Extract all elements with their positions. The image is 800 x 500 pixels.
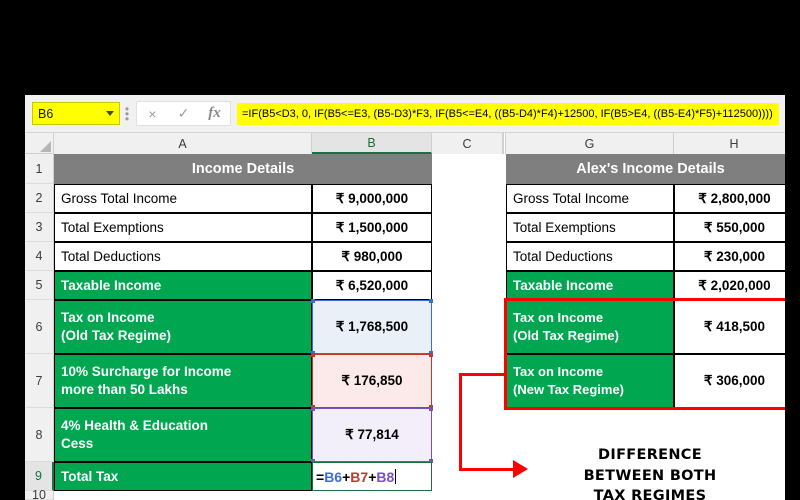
cess-line1: 4% Health & Education: [61, 417, 209, 433]
excel-worksheet-viewport: B6 • • • × ✓ fx =IF(B5<D3, 0, IF(B5<=E3, (…: [25, 95, 785, 500]
right-row-value-total-exemptions[interactable]: ₹ 550,000: [674, 213, 785, 242]
insert-function-icon[interactable]: fx: [199, 102, 230, 125]
row-header-10[interactable]: 10: [25, 488, 54, 500]
left-row-label-tax-on-income-old[interactable]: Tax on Income (Old Tax Regime): [54, 300, 312, 354]
worksheet-grid: A B C G H 1 2 3 4 5 6 7 8 9 10 Income De…: [25, 133, 785, 500]
name-box[interactable]: B6: [32, 102, 120, 125]
left-row-label-total-tax[interactable]: Total Tax: [54, 462, 312, 491]
formula-input[interactable]: =IF(B5<D3, 0, IF(B5<=E3, (B5-D3)*F3, IF(…: [237, 102, 779, 125]
annotation-arrow-stem: [459, 373, 505, 376]
new-regime-line2: (New Tax Regime): [513, 382, 625, 397]
left-row-label-cess[interactable]: 4% Health & Education Cess: [54, 408, 312, 462]
row-header-2[interactable]: 2: [25, 184, 54, 213]
surcharge-line2: more than 50 Lakhs: [61, 382, 188, 397]
select-all-triangle-icon: [40, 141, 51, 152]
row-header-1[interactable]: 1: [25, 154, 54, 184]
left-row-value-taxable-income[interactable]: ₹ 6,520,000: [312, 271, 432, 300]
row-header-3[interactable]: 3: [25, 213, 54, 242]
chevron-down-icon[interactable]: [106, 111, 114, 116]
tax-on-income-old-line1: Tax on Income: [61, 309, 155, 325]
annotation-arrow-shaft: [459, 468, 514, 471]
right-row-label-new-regime[interactable]: Tax on Income (New Tax Regime): [506, 354, 674, 408]
cancel-icon[interactable]: ×: [137, 102, 168, 125]
right-row-value-taxable-income[interactable]: ₹ 2,020,000: [674, 271, 785, 300]
right-row-label-total-deductions[interactable]: Total Deductions: [506, 242, 674, 271]
right-row-value-total-deductions[interactable]: ₹ 230,000: [674, 242, 785, 271]
formula-token-b6: B6: [324, 468, 343, 485]
tax-on-income-old-line2: (Old Tax Regime): [61, 328, 172, 343]
enter-icon[interactable]: ✓: [168, 102, 199, 125]
active-cell-formula-editor[interactable]: = B6 + B7 + B8: [312, 462, 432, 491]
row-header-5[interactable]: 5: [25, 271, 54, 300]
formula-token-plus-1: +: [342, 468, 351, 485]
left-row-label-surcharge[interactable]: 10% Surcharge for Income more than 50 La…: [54, 354, 312, 408]
surcharge-line1: 10% Surcharge for Income: [61, 363, 232, 379]
name-box-value: B6: [38, 106, 54, 121]
right-table-title[interactable]: Alex's Income Details: [506, 154, 785, 184]
formula-token-plus-2: +: [368, 468, 377, 485]
column-header-band: A B C G H: [25, 133, 785, 154]
formula-bar-drag-dots: • • •: [124, 101, 130, 126]
right-row-label-old-regime[interactable]: Tax on Income (Old Tax Regime): [506, 300, 674, 354]
column-header-g[interactable]: G: [506, 133, 674, 154]
left-row-value-gross-total-income[interactable]: ₹ 9,000,000: [312, 184, 432, 213]
left-row-value-total-exemptions[interactable]: ₹ 1,500,000: [312, 213, 432, 242]
formula-token-b7: B7: [350, 468, 369, 485]
old-regime-line2: (Old Tax Regime): [513, 328, 619, 343]
annotation-caption: DIFFERENCE BETWEEN BOTH TAX REGIMES: [525, 445, 775, 500]
left-row-value-surcharge[interactable]: ₹ 176,850: [313, 355, 431, 407]
right-row-value-new-regime[interactable]: ₹ 306,000: [674, 354, 785, 408]
formula-token-equals: =: [316, 468, 325, 485]
formula-bar-button-group: × ✓ fx: [136, 101, 231, 126]
row-header-7[interactable]: 7: [25, 354, 54, 408]
annotation-line-3: TAX REGIMES: [593, 488, 707, 500]
left-row-label-total-deductions[interactable]: Total Deductions: [54, 242, 312, 271]
left-row-label-taxable-income[interactable]: Taxable Income: [54, 271, 312, 300]
text-cursor: [395, 469, 397, 484]
row-header-6[interactable]: 6: [25, 300, 54, 354]
formula-bar: B6 • • • × ✓ fx =IF(B5<D3, 0, IF(B5<=E3, (…: [25, 95, 785, 133]
left-row-value-total-deductions[interactable]: ₹ 980,000: [312, 242, 432, 271]
old-regime-line1: Tax on Income: [513, 310, 604, 326]
left-row-label-total-exemptions[interactable]: Total Exemptions: [54, 213, 312, 242]
column-header-b[interactable]: B: [312, 133, 432, 154]
left-table-title[interactable]: Income Details: [54, 154, 432, 184]
left-row-label-gross-total-income[interactable]: Gross Total Income: [54, 184, 312, 213]
row-header-8[interactable]: 8: [25, 408, 54, 462]
annotation-line-1: DIFFERENCE: [598, 447, 702, 463]
column-header-c[interactable]: C: [432, 133, 503, 154]
column-header-a[interactable]: A: [54, 133, 312, 154]
cess-line2: Cess: [61, 436, 94, 451]
left-row-value-cess[interactable]: ₹ 77,814: [313, 409, 431, 461]
right-row-value-gross-total-income[interactable]: ₹ 2,800,000: [674, 184, 785, 213]
right-row-label-gross-total-income[interactable]: Gross Total Income: [506, 184, 674, 213]
formula-token-b8: B8: [376, 468, 395, 485]
select-all-corner[interactable]: [25, 133, 54, 154]
row-header-9[interactable]: 9: [25, 462, 54, 491]
column-header-h[interactable]: H: [674, 133, 785, 154]
right-row-label-total-exemptions[interactable]: Total Exemptions: [506, 213, 674, 242]
row-header-4[interactable]: 4: [25, 242, 54, 271]
left-row-value-tax-on-income-old[interactable]: ₹ 1,768,500: [313, 301, 431, 353]
right-row-value-old-regime[interactable]: ₹ 418,500: [674, 300, 785, 354]
annotation-arrow-elbow: [459, 373, 462, 471]
new-regime-line1: Tax on Income: [513, 364, 604, 380]
right-row-label-taxable-income[interactable]: Taxable Income: [506, 271, 674, 300]
annotation-line-2: BETWEEN BOTH: [583, 467, 717, 484]
